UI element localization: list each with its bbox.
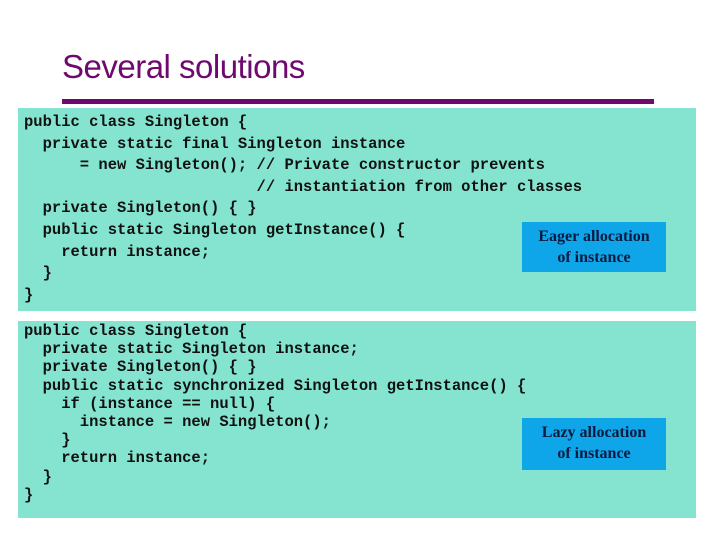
callout-line: of instance: [557, 249, 631, 266]
lazy-allocation-callout: Lazy allocation of instance: [522, 418, 666, 470]
code-line: private Singleton() { }: [24, 358, 257, 377]
code-line: // instantiation from other classes: [24, 177, 583, 196]
code-line: }: [24, 431, 71, 450]
code-line: private static final Singleton instance: [24, 134, 406, 153]
code-line: private Singleton() { }: [24, 199, 257, 218]
eager-code-block: public class Singleton { private static …: [18, 108, 696, 311]
code-line: }: [24, 485, 34, 504]
code-line: private static Singleton instance;: [24, 340, 359, 359]
code-line: return instance;: [24, 449, 211, 468]
code-line: public static synchronized Singleton get…: [24, 376, 527, 395]
eager-allocation-callout: Eager allocation of instance: [522, 222, 666, 272]
lazy-code: public class Singleton { private static …: [24, 322, 526, 504]
code-line: return instance;: [24, 242, 211, 261]
callout-line: of instance: [557, 445, 631, 462]
code-line: if (instance == null) {: [24, 394, 276, 413]
lazy-code-block: public class Singleton { private static …: [18, 321, 696, 518]
code-line: instance = new Singleton();: [24, 413, 331, 432]
code-line: = new Singleton(); // Private constructo…: [24, 156, 545, 175]
code-line: }: [24, 285, 34, 304]
eager-code: public class Singleton { private static …: [24, 112, 582, 306]
slide-title: Several solutions: [62, 48, 305, 85]
code-line: }: [24, 467, 52, 486]
code-line: public class Singleton {: [24, 322, 248, 340]
code-line: public static Singleton getInstance() {: [24, 220, 406, 239]
callout-line: Eager allocation: [538, 228, 650, 245]
callout-line: Lazy allocation: [541, 424, 647, 441]
title-underline: [62, 99, 654, 104]
code-line: }: [24, 264, 52, 283]
code-line: public class Singleton {: [24, 113, 248, 131]
